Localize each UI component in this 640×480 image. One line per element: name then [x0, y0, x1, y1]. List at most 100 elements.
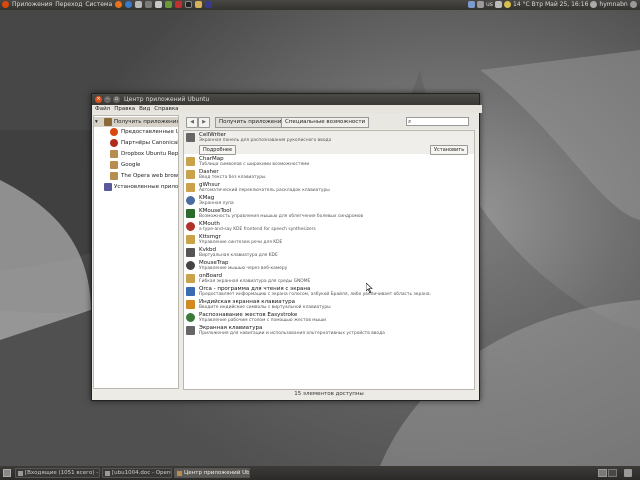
menu-applications[interactable]: Приложения [12, 1, 52, 8]
workspace-2[interactable] [608, 469, 617, 477]
menu-help[interactable]: Справка [154, 105, 178, 113]
app-row[interactable]: Kttsmgr Управление синтезом речи для KDE [184, 233, 474, 246]
clock[interactable]: Втр Май 25, 16:16 [532, 1, 589, 8]
window-titlebar[interactable]: × – ▫ Центр приложений Ubuntu [92, 94, 479, 105]
top-panel: Приложения Переход Система us 14 °C Втр … [0, 0, 640, 10]
show-desktop-icon[interactable] [3, 469, 11, 477]
kmag-icon [186, 196, 195, 205]
taskbar-item-label: Центр приложений Ubuntu [184, 470, 250, 476]
settings-launcher-icon[interactable] [145, 1, 153, 8]
app-row[interactable]: gWhsur Автоматический переключатель раск… [184, 181, 474, 194]
sidebar-item-opera[interactable]: The Opera web browser [94, 171, 178, 181]
workspace-1[interactable] [598, 469, 607, 477]
workspace-switcher[interactable] [598, 469, 617, 477]
app-row[interactable]: Распознавание жестов Easystroke Управлен… [184, 311, 474, 324]
app-row[interactable]: Dasher Ввод текста без клавиатуры [184, 168, 474, 181]
onboard-icon [186, 274, 195, 283]
sidebar: ▾ Получить приложения Предоставленные Ub… [93, 115, 179, 389]
taskbar-item-label: [Входящие (1051 всего) -... [25, 470, 100, 476]
user-icon[interactable] [590, 1, 598, 8]
app-description: Приложения для навигации и использования… [199, 330, 385, 336]
network-icon[interactable] [468, 1, 475, 8]
keyboard-icon [186, 326, 195, 335]
app-row[interactable]: Kvkbd Виртуальная клавиатура для KDE [184, 246, 474, 259]
bottom-panel: [Входящие (1051 всего) -... [ubu1004.doc… [0, 466, 640, 480]
sidebar-item-get-software[interactable]: ▾ Получить приложения [94, 117, 178, 127]
mail-launcher-icon[interactable] [135, 1, 143, 8]
search-input[interactable]: ⌕ [406, 117, 469, 126]
editor-launcher-icon[interactable] [155, 1, 163, 8]
details-button[interactable]: Подробнее [199, 145, 237, 155]
calendar-launcher-icon[interactable] [175, 1, 183, 8]
install-button[interactable]: Установить [430, 145, 469, 155]
app-row[interactable]: CharMap Таблица символов с широкими возм… [184, 155, 474, 168]
sidebar-item-label: Dropbox Ubuntu Reposi... [121, 151, 178, 157]
menu-file[interactable]: Файл [95, 105, 110, 113]
close-window-icon[interactable]: × [95, 96, 102, 103]
sidebar-item-google[interactable]: Google [94, 160, 178, 170]
mail-indicator-icon[interactable] [477, 1, 484, 8]
firefox-launcher-icon[interactable] [115, 1, 123, 8]
menu-edit[interactable]: Правка [114, 105, 135, 113]
temperature: 14 °C [512, 1, 530, 8]
dictionary-launcher-icon[interactable] [195, 1, 203, 8]
ubuntu-menu-icon[interactable] [2, 1, 9, 8]
sidebar-item-provided-by-ubuntu[interactable]: Предоставленные Ubu... [94, 127, 178, 137]
keyboard-layout[interactable]: us [486, 1, 493, 8]
audio-launcher-icon[interactable] [205, 1, 213, 8]
app-row[interactable]: onBoard Гибкая экранная клавиатура для с… [184, 272, 474, 285]
software-center-window: × – ▫ Центр приложений Ubuntu Файл Правк… [91, 93, 482, 401]
username[interactable]: hymnabn [599, 1, 627, 8]
app-description: Вводите индийские символы с виртуальной … [199, 304, 331, 310]
orca-icon [186, 287, 195, 296]
app-description: Таблица символов с широкими возможностям… [199, 161, 310, 167]
collapse-arrow-icon[interactable]: ▾ [95, 117, 98, 127]
ubuntu-logo-icon [110, 128, 118, 136]
app-row[interactable]: MouseTrap Управление мышью через веб-кам… [184, 259, 474, 272]
taskbar-item-openoffice[interactable]: [ubu1004.doc - OpenOffic... [102, 468, 172, 478]
breadcrumb-accessibility[interactable]: Специальные возможности [281, 117, 370, 128]
forward-button[interactable]: ▶ [198, 117, 210, 128]
volume-icon[interactable] [494, 1, 502, 8]
help-launcher-icon[interactable] [125, 1, 133, 8]
iok-icon [186, 300, 195, 309]
easystroke-icon [186, 313, 195, 322]
app-row[interactable]: Orca - программа для чтения с экрана Пре… [184, 285, 474, 298]
package-icon [110, 172, 118, 180]
taskbar-item-mail[interactable]: [Входящие (1051 всего) -... [15, 468, 100, 478]
chat-launcher-icon[interactable] [165, 1, 173, 8]
power-icon[interactable] [629, 1, 637, 8]
app-description: Управление мышью через веб-камеру [199, 265, 288, 271]
breadcrumb-get-software[interactable]: Получить приложения [215, 117, 289, 128]
sidebar-item-canonical-partners[interactable]: Партнёры Canonical [94, 138, 178, 148]
app-row[interactable]: KMouth a type-and-say KDE frontend for s… [184, 220, 474, 233]
app-row[interactable]: KMouseTool Возможность управления мышью … [184, 207, 474, 220]
app-description: Гибкая экранная клавиатура для среды GNO… [199, 278, 311, 284]
maximize-window-icon[interactable]: ▫ [113, 96, 120, 103]
app-row-selected[interactable]: CellWriter Экранная панель для распознав… [184, 131, 474, 155]
app-row[interactable]: Экранная клавиатура Приложения для навиг… [184, 324, 474, 337]
app-description: Возможность управления мышью для облегче… [199, 213, 364, 219]
dasher-icon [186, 170, 195, 179]
app-description: Виртуальная клавиатура для KDE [199, 252, 278, 258]
app-row[interactable]: KMag Экранная лупа [184, 194, 474, 207]
document-app-icon [105, 470, 110, 476]
app-row[interactable]: Индийская экранная клавиатура Вводите ин… [184, 298, 474, 311]
back-button[interactable]: ◀ [186, 117, 198, 128]
trash-icon[interactable] [624, 469, 632, 477]
sidebar-item-installed[interactable]: Установленные приложения [94, 182, 178, 192]
mousetrap-icon [186, 261, 195, 270]
terminal-launcher-icon[interactable] [185, 1, 193, 8]
app-description: Управление синтезом речи для KDE [199, 239, 283, 245]
menu-view[interactable]: Вид [139, 105, 150, 113]
menu-places[interactable]: Переход [55, 1, 82, 8]
menu-system[interactable]: Система [85, 1, 112, 8]
status-bar: 15 элементов доступны [294, 391, 364, 397]
sidebar-item-label: Google [121, 162, 141, 168]
app-description: Экранная панель для распознавания рукопи… [199, 137, 332, 143]
charmap-icon [186, 157, 195, 166]
minimize-window-icon[interactable]: – [104, 96, 111, 103]
taskbar-item-label: [ubu1004.doc - OpenOffic... [112, 470, 171, 476]
taskbar-item-software-center[interactable]: Центр приложений Ubuntu [174, 468, 250, 478]
sidebar-item-dropbox-repo[interactable]: Dropbox Ubuntu Reposi... [94, 149, 178, 159]
